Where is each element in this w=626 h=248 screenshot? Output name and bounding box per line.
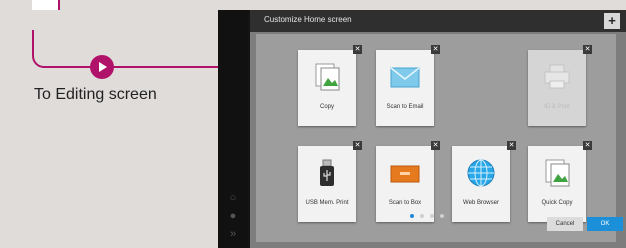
page-dot[interactable] bbox=[440, 214, 444, 218]
tile-label: Quick Copy bbox=[541, 200, 573, 206]
title-bar: Customize Home screen + bbox=[250, 10, 626, 32]
tile-label: USB Mem. Print bbox=[305, 200, 349, 206]
tile-label: Copy bbox=[319, 104, 334, 110]
page-dot[interactable] bbox=[410, 214, 414, 218]
cancel-button[interactable]: Cancel bbox=[547, 217, 583, 231]
delete-tile-usb-mem-print-button[interactable]: ✕ bbox=[353, 141, 362, 150]
tile-id-print[interactable]: ID & Print bbox=[528, 50, 586, 126]
device-panel: ○ ● » Customize Home screen + Copy ✕ Sca… bbox=[218, 10, 626, 248]
globe-icon bbox=[466, 158, 496, 188]
screen-title: Customize Home screen bbox=[264, 15, 352, 24]
quick-copy-icon bbox=[542, 158, 572, 188]
tile-scan-to-email[interactable]: Scan to Email bbox=[376, 50, 434, 126]
callout-play-icon bbox=[90, 55, 114, 79]
tile-copy[interactable]: Copy bbox=[298, 50, 356, 126]
callout-connector-top bbox=[32, 0, 60, 10]
delete-tile-scan-to-box-button[interactable]: ✕ bbox=[431, 141, 440, 150]
home-customize-screen: Customize Home screen + Copy ✕ Scan to E… bbox=[250, 10, 626, 248]
page-dot[interactable] bbox=[430, 214, 434, 218]
delete-tile-quick-copy-button[interactable]: ✕ bbox=[583, 141, 592, 150]
copy-icon bbox=[312, 62, 342, 92]
page-indicator bbox=[410, 214, 470, 220]
tile-usb-mem-print[interactable]: USB Mem. Print bbox=[298, 146, 356, 222]
usb-drive-icon bbox=[312, 158, 342, 188]
tile-web-browser[interactable]: Web Browser bbox=[452, 146, 510, 222]
add-button[interactable]: + bbox=[604, 13, 620, 29]
printer-icon bbox=[542, 62, 572, 92]
chevron-right-icon[interactable]: » bbox=[227, 228, 239, 240]
user-icon[interactable]: ● bbox=[227, 210, 239, 222]
tile-label: Scan to Email bbox=[386, 104, 424, 110]
delete-tile-copy-button[interactable]: ✕ bbox=[353, 45, 362, 54]
delete-tile-scan-to-email-button[interactable]: ✕ bbox=[431, 45, 440, 54]
callout-connector-line bbox=[32, 30, 220, 68]
page-dot[interactable] bbox=[420, 214, 424, 218]
box-folder-icon bbox=[390, 158, 420, 188]
email-envelope-icon bbox=[390, 62, 420, 92]
delete-tile-id-print-button[interactable]: ✕ bbox=[583, 45, 592, 54]
callout-label: To Editing screen bbox=[34, 86, 157, 103]
tile-label: Scan to Box bbox=[388, 200, 422, 206]
tile-label: ID & Print bbox=[544, 104, 570, 110]
power-icon[interactable]: ○ bbox=[227, 192, 239, 204]
left-rail: ○ ● » bbox=[218, 10, 248, 248]
tile-quick-copy[interactable]: Quick Copy bbox=[528, 146, 586, 222]
tile-scan-to-box[interactable]: Scan to Box bbox=[376, 146, 434, 222]
ok-button[interactable]: OK bbox=[587, 217, 623, 231]
tile-area: Copy ✕ Scan to Email ✕ ID & Print ✕ USB … bbox=[256, 34, 616, 242]
delete-tile-web-browser-button[interactable]: ✕ bbox=[507, 141, 516, 150]
tile-label: Web Browser bbox=[463, 200, 499, 206]
